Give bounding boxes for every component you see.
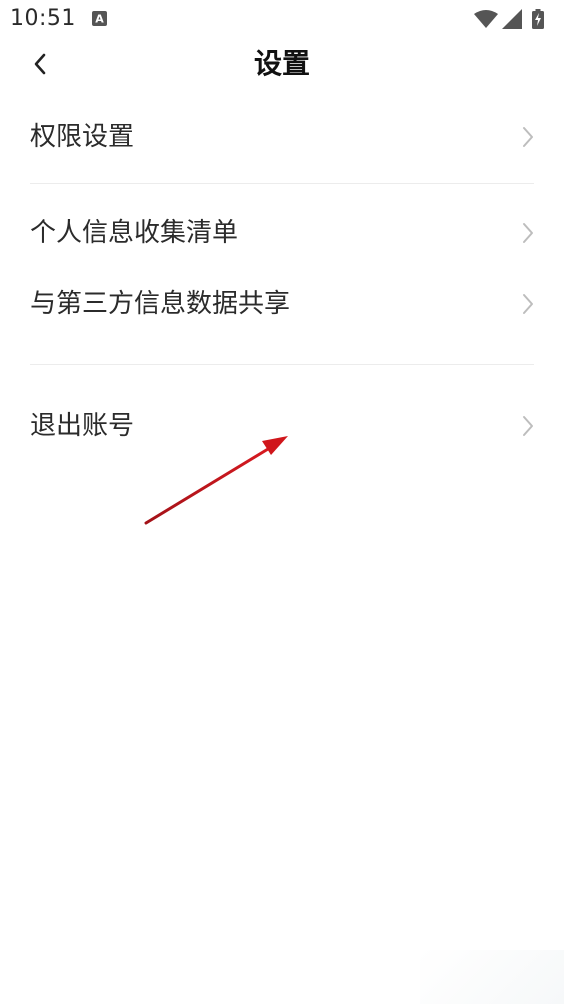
header: 设置: [0, 38, 564, 90]
menu-item-third-party-sharing[interactable]: 与第三方信息数据共享: [0, 274, 564, 334]
menu-item-label: 个人信息收集清单: [30, 218, 239, 248]
status-bar: 10:51 A: [0, 0, 564, 38]
wifi-icon: [474, 10, 498, 28]
menu-item-label: 权限设置: [30, 122, 135, 152]
chevron-right-icon: [523, 416, 533, 436]
battery-charging-icon: [532, 9, 544, 29]
chevron-right-icon: [523, 294, 533, 314]
page-title: 设置: [253, 47, 310, 80]
signal-icon: [502, 9, 522, 29]
menu-item-personal-info-list[interactable]: 个人信息收集清单: [0, 203, 564, 263]
chevron-right-icon: [523, 223, 533, 243]
divider: [30, 364, 534, 365]
menu-item-logout[interactable]: 退出账号: [0, 396, 564, 456]
menu-item-label: 退出账号: [30, 411, 135, 441]
menu-item-permission-settings[interactable]: 权限设置: [0, 107, 564, 167]
menu-item-label: 与第三方信息数据共享: [30, 289, 291, 319]
status-icons: [474, 9, 554, 31]
chevron-right-icon: [523, 127, 533, 147]
svg-text:A: A: [95, 13, 104, 26]
background-shade: [420, 950, 564, 1004]
divider: [30, 183, 534, 184]
status-time: 10:51: [10, 6, 76, 31]
a-notification-icon: A: [92, 11, 107, 26]
